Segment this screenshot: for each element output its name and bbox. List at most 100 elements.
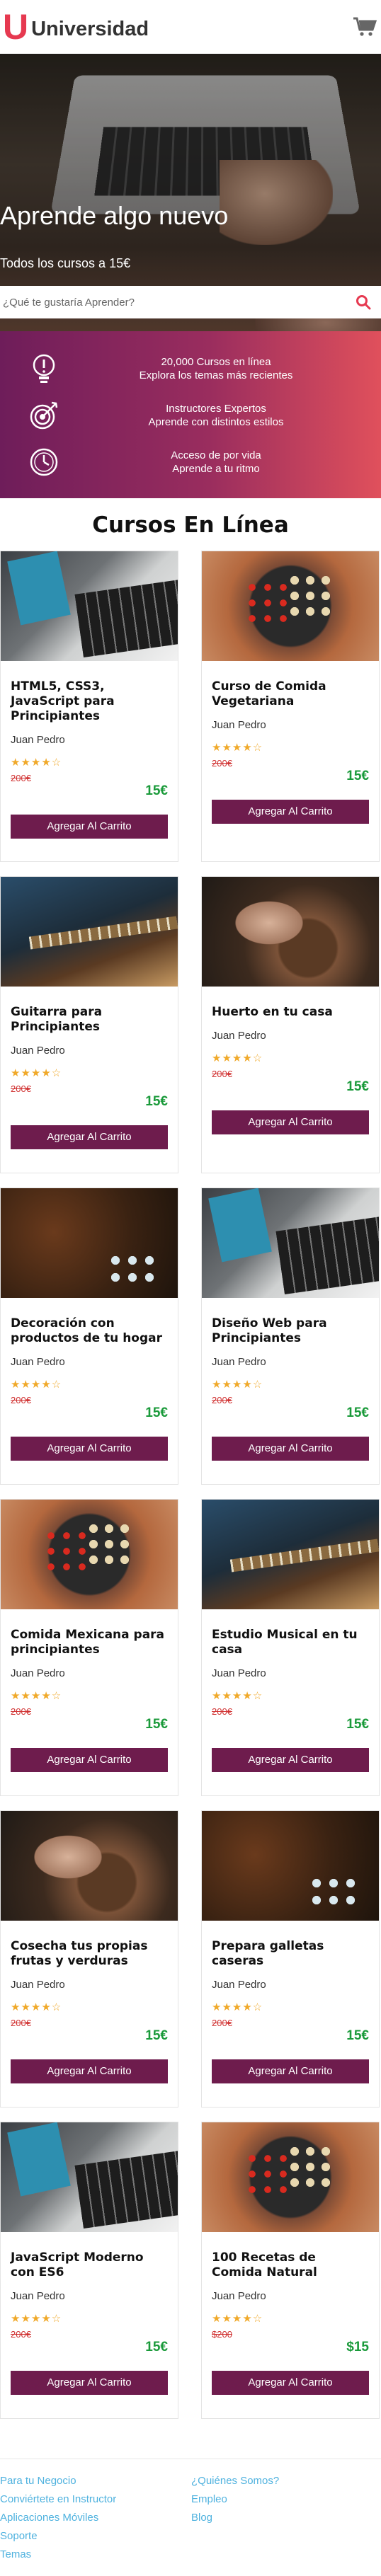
course-image[interactable] — [1, 1811, 178, 1921]
old-price: 200€ — [11, 1395, 31, 1405]
add-to-cart-button[interactable]: Agregar Al Carrito — [212, 1748, 369, 1772]
star-rating: ★★★★☆ — [11, 2313, 62, 2325]
course-card[interactable]: Decoración con productos de tu hogar Juan… — [0, 1188, 178, 1485]
footer-link[interactable]: Conviértete en Instructor — [0, 2492, 191, 2507]
course-author: Juan Pedro — [212, 1030, 266, 1042]
add-to-cart-button[interactable]: Agregar Al Carrito — [212, 800, 369, 824]
course-image[interactable] — [1, 1500, 178, 1609]
course-card[interactable]: Comida Mexicana para principiantes Juan P… — [0, 1499, 178, 1796]
old-price: $200 — [212, 2329, 232, 2340]
footer-link[interactable]: Para tu Negocio — [0, 2473, 191, 2489]
star-rating: ★★★★☆ — [11, 1690, 62, 1702]
hero-title: Aprende algo nuevo — [0, 201, 229, 230]
feature-item: 20,000 Cursos en línea Explora los temas… — [0, 345, 381, 392]
course-author: Juan Pedro — [11, 2290, 65, 2302]
add-to-cart-button[interactable]: Agregar Al Carrito — [212, 2059, 369, 2083]
add-to-cart-button[interactable]: Agregar Al Carrito — [11, 2059, 168, 2083]
course-image[interactable] — [1, 551, 178, 661]
footer-link[interactable]: Blog — [191, 2510, 279, 2526]
course-card[interactable]: Curso de Comida Vegetariana Juan Pedro ★★★… — [201, 551, 380, 862]
footer-link[interactable]: Aplicaciones Móviles — [0, 2510, 191, 2526]
add-to-cart-button[interactable]: Agregar Al Carrito — [212, 1110, 369, 1134]
course-title[interactable]: Comida Mexicana para principiantes — [11, 1628, 168, 1657]
course-author: Juan Pedro — [11, 1356, 65, 1368]
course-image[interactable] — [202, 877, 379, 987]
course-card[interactable]: Prepara galletas caseras Juan Pedro ★★★★☆ 2… — [201, 1810, 380, 2108]
add-to-cart-button[interactable]: Agregar Al Carrito — [212, 1437, 369, 1461]
course-title[interactable]: 100 Recetas de Comida Natural — [212, 2250, 369, 2280]
site-footer: Para tu Negocio Conviértete en Instructo… — [0, 2459, 381, 2563]
search-icon[interactable] — [356, 294, 371, 310]
price-row: 200€ — [11, 1706, 168, 1717]
course-card[interactable]: Cosecha tus propias frutas y verduras Jua… — [0, 1810, 178, 2108]
price-row: 200€ — [11, 2018, 168, 2028]
course-card[interactable]: Huerto en tu casa Juan Pedro ★★★★☆ 200€ 15€ A… — [201, 876, 380, 1173]
course-title[interactable]: Cosecha tus propias frutas y verduras — [11, 1939, 168, 1969]
star-rating: ★★★★☆ — [212, 742, 263, 754]
old-price: 200€ — [11, 1083, 31, 1094]
course-image[interactable] — [202, 1811, 379, 1921]
search-input[interactable] — [3, 296, 314, 309]
course-title[interactable]: Curso de Comida Vegetariana — [212, 679, 369, 709]
feature-item: Acceso de por vida Aprende a tu ritmo — [0, 439, 381, 485]
star-rating: ★★★★☆ — [11, 1067, 62, 1079]
add-to-cart-button[interactable]: Agregar Al Carrito — [11, 1748, 168, 1772]
feature-title: 20,000 Cursos en línea — [161, 356, 271, 368]
old-price: 200€ — [11, 2329, 31, 2340]
price-row: 200€ — [11, 2329, 168, 2340]
course-title[interactable]: Huerto en tu casa — [212, 1005, 369, 1020]
section-title: Cursos En Línea — [92, 512, 289, 538]
feature-desc: Explora los temas más recientes — [139, 369, 293, 381]
old-price: 200€ — [212, 1706, 232, 1717]
course-card[interactable]: Diseño Web para Principiantes Juan Pedro ★… — [201, 1188, 380, 1485]
course-author: Juan Pedro — [212, 1667, 266, 1679]
course-title[interactable]: HTML5, CSS3, JavaScript para Principiant… — [11, 679, 168, 724]
add-to-cart-button[interactable]: Agregar Al Carrito — [11, 815, 168, 839]
course-title[interactable]: Diseño Web para Principiantes — [212, 1316, 369, 1346]
course-author: Juan Pedro — [212, 1979, 266, 1991]
course-card[interactable]: 100 Recetas de Comida Natural Juan Pedro ★… — [201, 2122, 380, 2419]
current-price: 15€ — [145, 1094, 168, 1109]
add-to-cart-button[interactable]: Agregar Al Carrito — [11, 2371, 168, 2395]
course-image[interactable] — [202, 2122, 379, 2232]
footer-link[interactable]: Soporte — [0, 2529, 191, 2544]
course-author: Juan Pedro — [11, 1045, 65, 1057]
add-to-cart-button[interactable]: Agregar Al Carrito — [11, 1437, 168, 1461]
old-price: 200€ — [11, 773, 31, 783]
course-title[interactable]: Decoración con productos de tu hogar — [11, 1316, 168, 1346]
course-image[interactable] — [1, 1188, 178, 1298]
footer-link[interactable]: Temas — [0, 2547, 191, 2563]
course-author: Juan Pedro — [11, 734, 65, 746]
course-title[interactable]: Prepara galletas caseras — [212, 1939, 369, 1969]
old-price: 200€ — [11, 2018, 31, 2028]
logo[interactable]: U Universidad — [3, 9, 149, 45]
footer-link[interactable]: ¿Quiénes Somos? — [191, 2473, 279, 2489]
course-card[interactable]: Guitarra para Principiantes Juan Pedro ★★★… — [0, 876, 178, 1173]
add-to-cart-button[interactable]: Agregar Al Carrito — [11, 1125, 168, 1149]
price-row: 200€ — [212, 1395, 369, 1405]
course-title[interactable]: Estudio Musical en tu casa — [212, 1628, 369, 1657]
add-to-cart-button[interactable]: Agregar Al Carrito — [212, 2371, 369, 2395]
course-image[interactable] — [202, 551, 379, 661]
course-image[interactable] — [202, 1188, 379, 1298]
old-price: 200€ — [212, 2018, 232, 2028]
cart-icon[interactable] — [353, 16, 377, 38]
current-price: 15€ — [145, 2340, 168, 2354]
course-card[interactable]: Estudio Musical en tu casa Juan Pedro ★★★★… — [201, 1499, 380, 1796]
course-title[interactable]: Guitarra para Principiantes — [11, 1005, 168, 1035]
current-price: 15€ — [346, 2028, 369, 2043]
course-card[interactable]: JavaScript Moderno con ES6 Juan Pedro ★★★★… — [0, 2122, 178, 2419]
price-row: 200€ — [11, 1395, 168, 1405]
star-rating: ★★★★☆ — [212, 2001, 263, 2013]
footer-link[interactable]: Empleo — [191, 2492, 279, 2507]
price-row: 200€ — [11, 773, 168, 783]
course-image[interactable] — [202, 1500, 379, 1609]
search-bar — [0, 286, 381, 318]
feature-item: Instructores Expertos Aprende con distin… — [0, 392, 381, 439]
course-image[interactable] — [1, 877, 178, 987]
course-title[interactable]: JavaScript Moderno con ES6 — [11, 2250, 168, 2280]
course-grid: HTML5, CSS3, JavaScript para Principiant… — [0, 551, 381, 2433]
course-card[interactable]: HTML5, CSS3, JavaScript para Principiant… — [0, 551, 178, 862]
site-header: U Universidad — [0, 0, 381, 54]
course-image[interactable] — [1, 2122, 178, 2232]
